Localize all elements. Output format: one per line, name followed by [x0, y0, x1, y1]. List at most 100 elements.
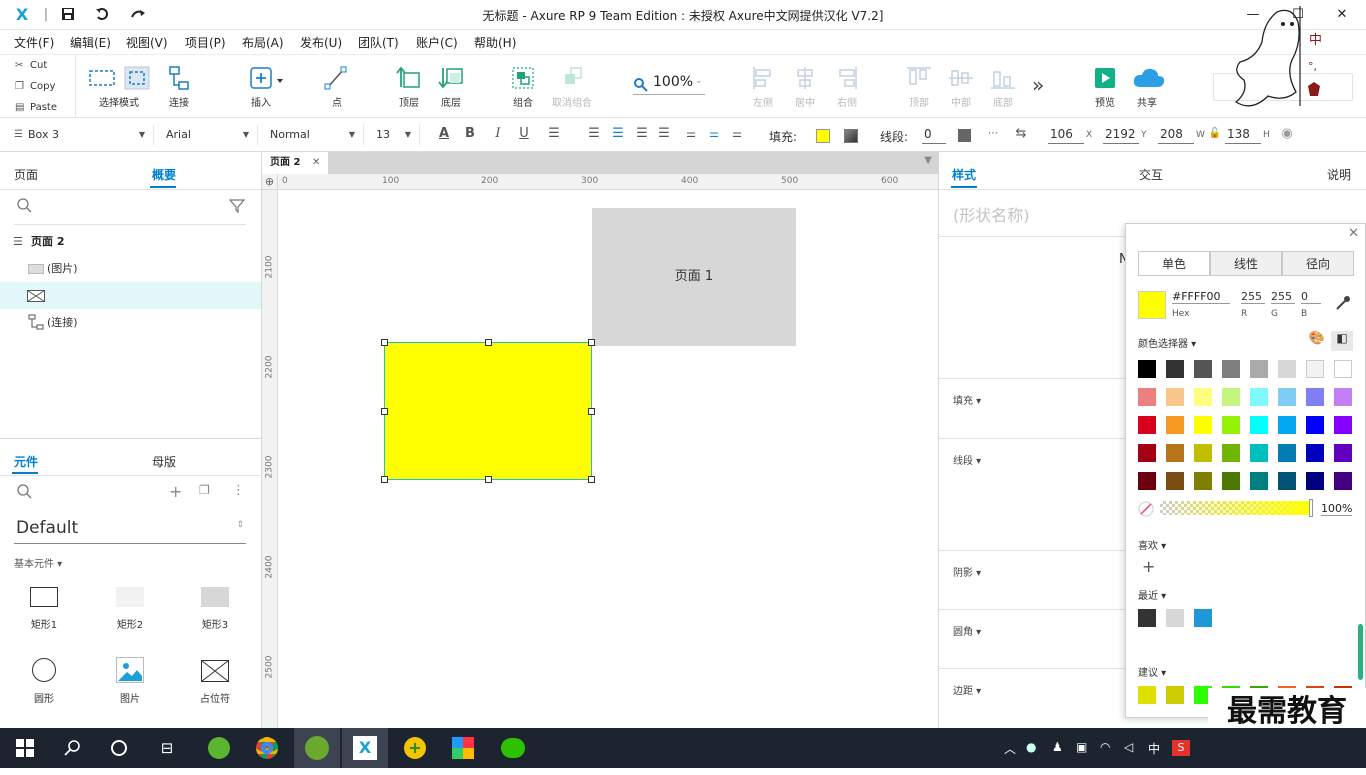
tray-wifi-icon[interactable]: ◠ [1100, 740, 1110, 754]
menu-team[interactable]: 团队(T) [358, 34, 399, 51]
fill-color-swatch[interactable] [816, 129, 830, 143]
close-picker-icon[interactable]: ✕ [1348, 226, 1359, 241]
palette-swatch[interactable] [1222, 360, 1240, 378]
suggested-swatch[interactable] [1166, 686, 1184, 704]
tray-arrow-icon[interactable]: ︿ [1004, 740, 1016, 757]
opacity-value[interactable]: 100% [1321, 502, 1353, 516]
preview-button[interactable]: 预览 [1090, 65, 1120, 109]
widget-rect1[interactable]: 矩形1 [14, 582, 74, 634]
app-colorful-icon[interactable] [440, 728, 486, 768]
palette-swatch[interactable] [1194, 416, 1212, 434]
shape-name-input[interactable]: (形状名称) [953, 202, 1030, 226]
picker-scrollbar[interactable] [1358, 624, 1363, 680]
cut-button[interactable]: ✂ Cut [0, 55, 76, 76]
palette-swatch[interactable] [1166, 472, 1184, 490]
resize-handle[interactable] [381, 476, 388, 483]
add-library-icon[interactable]: + [169, 482, 182, 501]
width-input[interactable]: 208 [1158, 126, 1194, 144]
palette-swatch[interactable] [1166, 444, 1184, 462]
palette-swatch[interactable] [1138, 388, 1156, 406]
bold-icon[interactable]: B [462, 126, 478, 142]
valign-middle-icon[interactable]: ⚌ [706, 126, 722, 142]
app-360-icon[interactable] [196, 728, 242, 768]
valign-bottom-icon[interactable]: ⚌ [729, 126, 745, 142]
shadow-section[interactable]: 阴影 ▾ [953, 564, 981, 579]
align-text-right-icon[interactable]: ☰ [634, 126, 650, 142]
stroke-section[interactable]: 线段 ▾ [953, 452, 981, 467]
padding-section[interactable]: 边距 ▾ [953, 682, 981, 697]
filter-icon[interactable] [229, 198, 245, 214]
more-tools-icon[interactable]: » [1032, 73, 1044, 97]
windows-start-icon[interactable] [2, 728, 48, 768]
palette-icon[interactable]: 🎨 [1306, 331, 1328, 351]
italic-icon[interactable]: I [490, 126, 506, 142]
palette-swatch[interactable] [1334, 360, 1352, 378]
palette-swatch[interactable] [1278, 388, 1296, 406]
palette-swatch[interactable] [1166, 360, 1184, 378]
valign-top-icon[interactable]: ⚌ [683, 126, 699, 142]
outline-item-placeholder[interactable] [0, 282, 261, 309]
tab-pages[interactable]: 页面 [14, 166, 38, 183]
align-right-button[interactable]: 右侧 [832, 65, 862, 109]
outline-item-image[interactable]: (图片) [0, 255, 261, 282]
tray-qq-icon[interactable]: ♟ [1052, 740, 1063, 754]
palette-swatch[interactable] [1278, 444, 1296, 462]
menu-file[interactable]: 文件(F) [14, 34, 54, 51]
tray-volume-icon[interactable]: ◁ [1124, 740, 1133, 754]
palette-swatch[interactable] [1334, 388, 1352, 406]
stroke-color-swatch[interactable] [958, 129, 971, 142]
align-left-button[interactable]: 左侧 [748, 65, 778, 109]
fill-section[interactable]: 填充 ▾ [953, 392, 981, 407]
outline-page-row[interactable]: ☰ 页面 2 [0, 228, 261, 255]
tab-masters[interactable]: 母版 [152, 453, 176, 470]
opacity-slider[interactable] [1160, 501, 1312, 515]
menu-project[interactable]: 项目(P) [185, 34, 226, 51]
suggest-label[interactable]: 建议 ▾ [1138, 664, 1166, 679]
blue-input[interactable]: 0 [1301, 290, 1321, 304]
search-icon[interactable] [17, 198, 33, 214]
align-top-button[interactable]: 顶部 [904, 65, 934, 109]
tab-outline[interactable]: 概要 [152, 166, 176, 183]
tab-page-2[interactable]: 页面 2 ✕ [262, 152, 328, 174]
palette-swatch[interactable] [1334, 472, 1352, 490]
outline-item-connector[interactable]: (连接) [0, 309, 261, 336]
palette-swatch[interactable] [1250, 388, 1268, 406]
tray-wechat-icon[interactable]: ● [1026, 740, 1036, 754]
canvas-area[interactable]: 页面 2 ✕ ▼ ⊕ 0 100 200 300 400 500 600 2100… [262, 152, 938, 728]
tray-ime-label[interactable]: 中 [1148, 740, 1160, 757]
style-select[interactable]: ☰ Box 3 ▼ [8, 125, 154, 145]
resize-handle[interactable] [381, 339, 388, 346]
tab-notes[interactable]: 说明 [1327, 166, 1351, 183]
palette-swatch[interactable] [1334, 444, 1352, 462]
red-input[interactable]: 255 [1241, 290, 1265, 304]
palette-swatch[interactable] [1194, 360, 1212, 378]
palette-swatch[interactable] [1250, 444, 1268, 462]
palette-swatch[interactable] [1306, 360, 1324, 378]
category-label[interactable]: 基本元件 ▾ [14, 555, 62, 570]
tab-interactions[interactable]: 交互 [1139, 166, 1163, 183]
zoom-control[interactable]: 100% ⌄ [633, 73, 705, 95]
menu-publish[interactable]: 发布(U) [300, 34, 342, 51]
palette-swatch[interactable] [1166, 416, 1184, 434]
y-input[interactable]: 2192 [1103, 126, 1139, 144]
widget-image[interactable]: 图片 [100, 656, 160, 708]
tray-sogou-icon[interactable]: S [1172, 740, 1190, 756]
yellow-box-selected[interactable] [384, 342, 592, 480]
arrow-style-icon[interactable]: ⇆ [1013, 126, 1029, 142]
library-copy-icon[interactable]: ❐ [199, 483, 210, 497]
favorites-label[interactable]: 喜欢 ▾ [1138, 537, 1166, 552]
tab-style[interactable]: 样式 [952, 166, 976, 183]
resize-handle[interactable] [381, 408, 388, 415]
connect-button[interactable]: 连接 [163, 65, 195, 109]
palette-swatch[interactable] [1250, 360, 1268, 378]
point-button[interactable]: 点 [322, 65, 352, 109]
app-plus-icon[interactable]: + [392, 728, 438, 768]
send-to-back-button[interactable]: 底层 [436, 65, 466, 109]
palette-swatch[interactable] [1194, 444, 1212, 462]
chrome-icon[interactable] [244, 728, 290, 768]
tabs-dropdown-icon[interactable]: ▼ [924, 155, 932, 166]
search-icon[interactable] [17, 484, 33, 500]
resize-handle[interactable] [485, 339, 492, 346]
x-input[interactable]: 106 [1048, 126, 1084, 144]
add-favorite-icon[interactable]: + [1142, 557, 1155, 576]
